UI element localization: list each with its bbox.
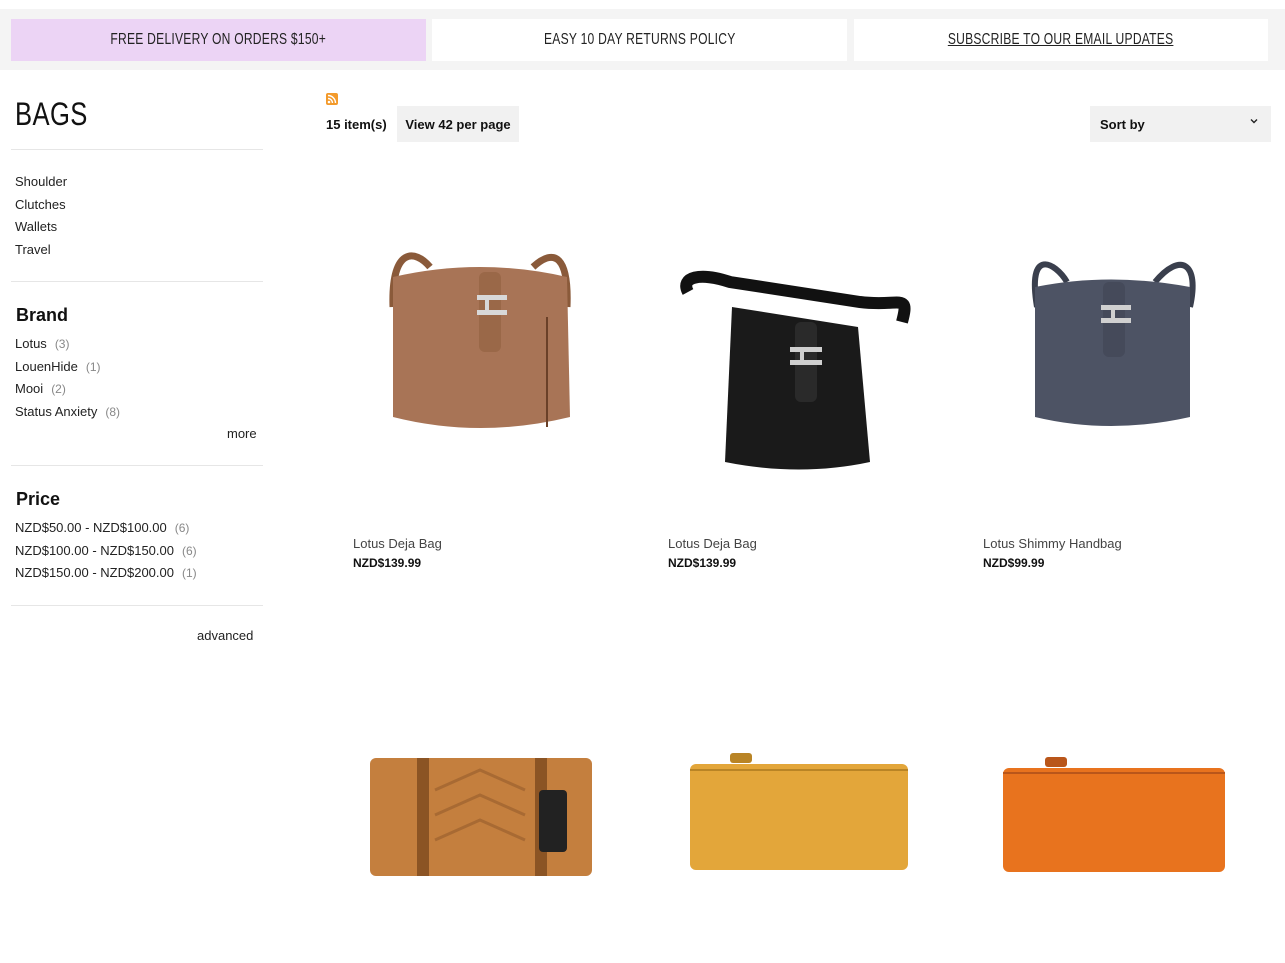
product-price: NZD$139.99: [353, 556, 422, 570]
price-option-50-100[interactable]: NZD$50.00 - NZD$100.00 (6): [15, 519, 197, 542]
product-name[interactable]: Lotus Deja Bag: [353, 536, 442, 551]
price-label: NZD$150.00 - NZD$200.00: [15, 565, 174, 581]
advanced-filter-link[interactable]: advanced: [197, 628, 253, 643]
price-option-100-150[interactable]: NZD$100.00 - NZD$150.00 (6): [15, 542, 197, 565]
divider: [11, 465, 263, 466]
brand-count: (8): [105, 404, 121, 419]
per-page-button[interactable]: View 42 per page: [397, 106, 519, 142]
brand-more-link[interactable]: more: [227, 426, 257, 441]
free-delivery-banner: FREE DELIVERY ON ORDERS $150+: [11, 19, 426, 61]
returns-text: EASY 10 DAY RETURNS POLICY: [543, 31, 736, 48]
price-label: NZD$50.00 - NZD$100.00: [15, 520, 167, 535]
product-image-tan-bag[interactable]: [355, 177, 607, 517]
page-title: BAGS: [15, 96, 88, 132]
product-image-orange-wallet[interactable]: [985, 640, 1237, 960]
free-delivery-text: FREE DELIVERY ON ORDERS $150+: [110, 31, 327, 48]
brand-label: Status Anxiety: [15, 403, 98, 419]
price-filter-title: Price: [16, 489, 61, 509]
brand-count: (2): [51, 382, 66, 397]
brand-label: Mooi: [15, 381, 44, 397]
product-image-zip-clutch[interactable]: [355, 640, 607, 960]
brand-label: Lotus: [15, 336, 47, 351]
price-count: (1): [181, 566, 197, 581]
product-name[interactable]: Lotus Deja Bag: [668, 536, 757, 551]
brand-label: LouenHide: [15, 358, 78, 374]
price-count: (6): [174, 521, 190, 535]
brand-option-louenhide[interactable]: LouenHide (1): [15, 358, 120, 381]
price-option-150-200[interactable]: NZD$150.00 - NZD$200.00 (1): [15, 564, 197, 587]
returns-banner: EASY 10 DAY RETURNS POLICY: [432, 19, 847, 61]
brand-option-status-anxiety[interactable]: Status Anxiety (8): [15, 403, 120, 426]
item-count: 15 item(s): [326, 117, 387, 132]
brand-filter-list: Lotus (3) LouenHide (1) Mooi (2) Status Anx…: [15, 335, 120, 425]
product-price: NZD$99.99: [983, 556, 1045, 570]
price-count: (6): [181, 543, 197, 558]
sort-label: Sort by: [1100, 116, 1145, 132]
brand-option-mooi[interactable]: Mooi (2): [15, 380, 120, 403]
chevron-down-icon: [1250, 119, 1258, 124]
brand-count: (1): [85, 359, 101, 374]
divider: [11, 605, 263, 606]
price-filter-list: NZD$50.00 - NZD$100.00 (6) NZD$100.00 - N…: [15, 519, 197, 587]
product-name[interactable]: Lotus Shimmy Handbag: [983, 536, 1122, 551]
subscribe-banner[interactable]: SUBSCRIBE TO OUR EMAIL UPDATES: [854, 19, 1268, 61]
product-price: NZD$139.99: [668, 556, 737, 570]
rss-icon[interactable]: [326, 93, 338, 105]
divider: [11, 281, 263, 282]
brand-filter-title: Brand: [16, 305, 69, 325]
product-image-mustard-wallet[interactable]: [670, 640, 922, 960]
brand-count: (3): [54, 337, 70, 351]
category-item-clutches[interactable]: Clutches: [15, 196, 67, 219]
product-image-black-bag[interactable]: [670, 177, 922, 517]
category-item-shoulder[interactable]: Shoulder: [15, 173, 67, 196]
promo-strip: FREE DELIVERY ON ORDERS $150+ EASY 10 DA…: [0, 9, 1285, 70]
sort-select[interactable]: Sort by: [1090, 106, 1271, 142]
product-image-grey-bag[interactable]: [985, 177, 1237, 517]
category-item-wallets[interactable]: Wallets: [15, 218, 67, 241]
price-label: NZD$100.00 - NZD$150.00: [15, 542, 174, 558]
subscribe-link[interactable]: SUBSCRIBE TO OUR EMAIL UPDATES: [948, 31, 1174, 49]
divider: [11, 149, 263, 150]
category-item-travel[interactable]: Travel: [15, 241, 67, 264]
category-list: Shoulder Clutches Wallets Travel: [15, 173, 67, 263]
brand-option-lotus[interactable]: Lotus (3): [15, 335, 120, 358]
